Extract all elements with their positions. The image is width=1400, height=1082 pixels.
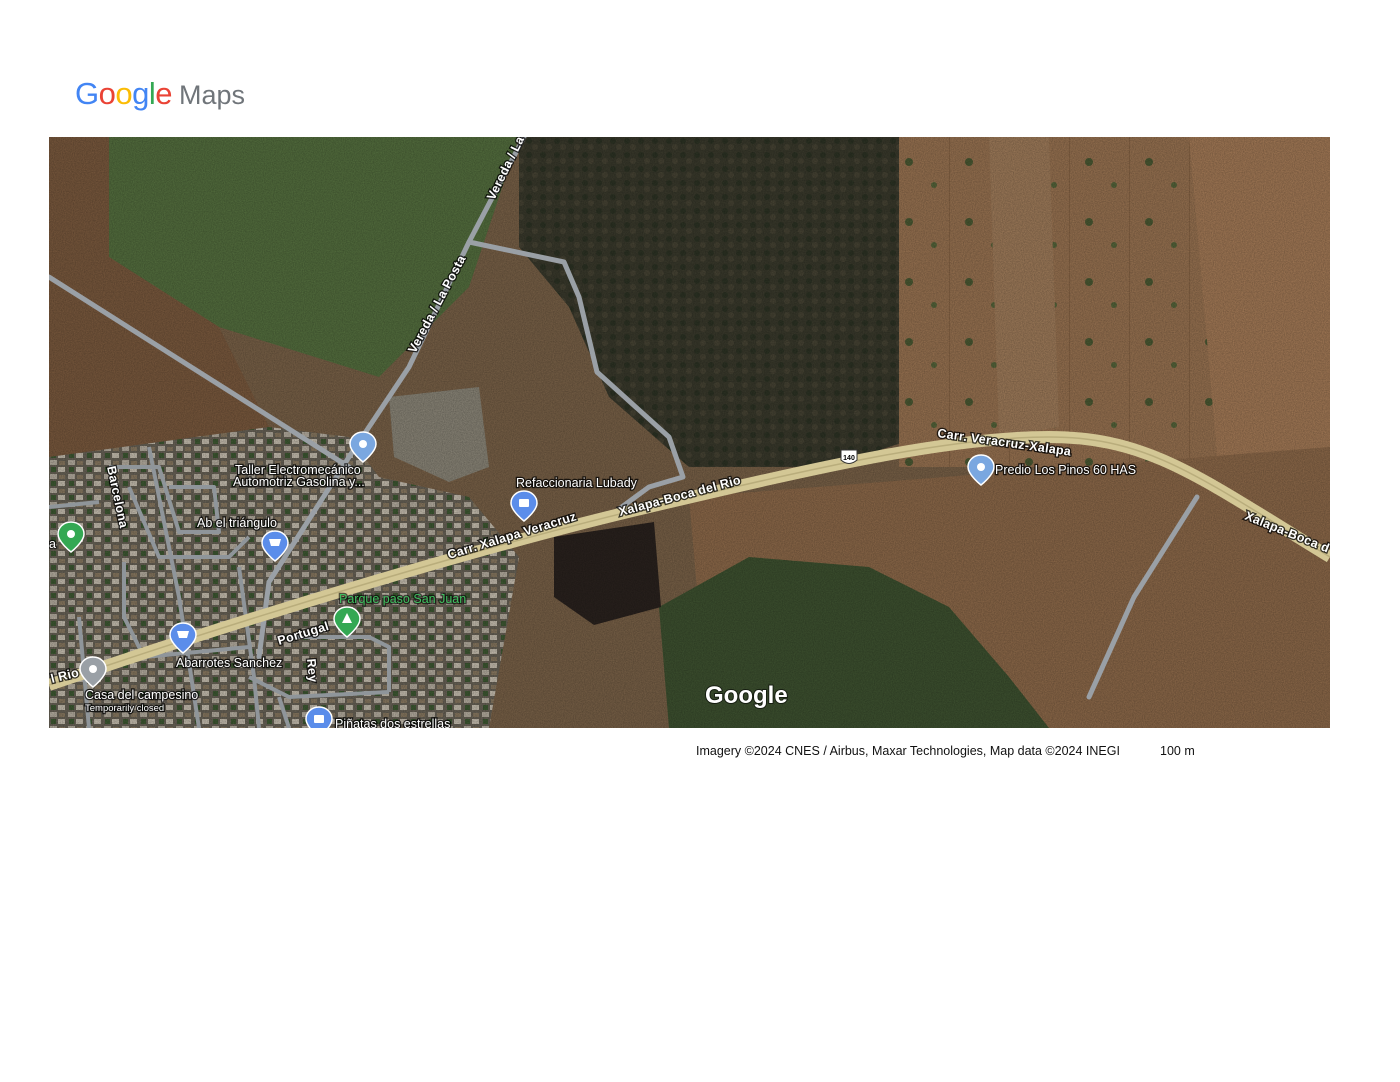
- map-canvas[interactable]: Vereda / La Vereda / La Posta Carr. Vera…: [49, 137, 1330, 728]
- map-scale: 100 m: [1160, 744, 1195, 758]
- shopping-bag-pin-icon[interactable]: [305, 706, 333, 728]
- logo-letter: o: [98, 76, 116, 111]
- route-shield-number: 140: [843, 455, 855, 462]
- maps-label: Maps: [179, 80, 246, 110]
- poi-label: Automotriz Gasolina y...: [233, 475, 365, 489]
- poi-label: Ab el triángulo: [197, 516, 277, 530]
- google-wordmark: Google: [75, 76, 173, 112]
- logo-letter: o: [115, 76, 133, 111]
- google-maps-logo: Google Maps: [75, 76, 245, 112]
- map-attribution: Imagery ©2024 CNES / Airbus, Maxar Techn…: [696, 744, 1120, 758]
- poi-label: Predio Los Pinos 60 HAS: [995, 463, 1136, 477]
- road-label-rey: Rey: [304, 658, 320, 683]
- logo-letter: G: [75, 76, 99, 111]
- poi-label: Piñatas dos estrellas: [335, 717, 450, 728]
- poi-label: Casa del campesino: [85, 688, 198, 702]
- poi-label: Refaccionaria Lubady: [516, 476, 638, 490]
- logo-letter: e: [155, 76, 173, 111]
- satellite-map[interactable]: Vereda / La Vereda / La Posta Carr. Vera…: [49, 137, 1330, 728]
- route-shield: 140: [840, 449, 858, 464]
- google-watermark: Google: [705, 682, 788, 709]
- poi-label: a: [49, 537, 56, 551]
- poi-label: Parque paso San Juan: [339, 592, 466, 606]
- poi-label: Abarrotes Sanchez: [176, 656, 282, 670]
- logo-letter: g: [132, 76, 149, 111]
- imagery-texture: [49, 137, 1330, 728]
- poi-status: Temporarily closed: [85, 703, 164, 714]
